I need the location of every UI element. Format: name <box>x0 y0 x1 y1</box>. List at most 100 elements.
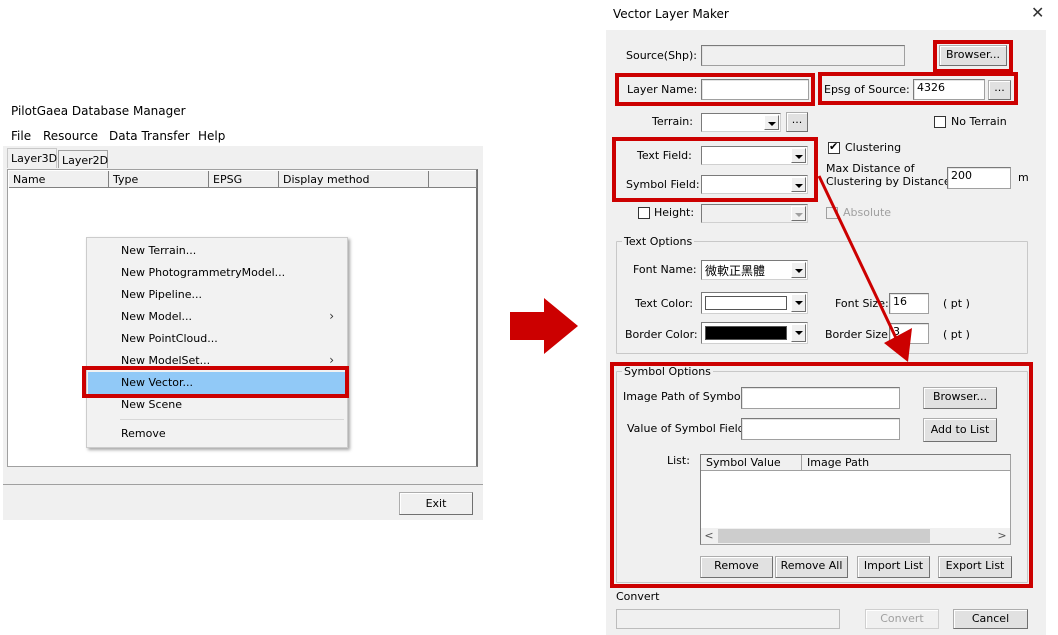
border-size-unit: ( pt ) <box>943 328 970 341</box>
text-color-swatch <box>705 296 787 310</box>
menu-item-new-modelset[interactable]: New ModelSet... › <box>88 350 346 372</box>
cancel-button[interactable]: Cancel <box>953 609 1028 629</box>
scroll-left-icon[interactable]: < <box>701 528 717 544</box>
checkmark-icon: ✔ <box>829 140 839 153</box>
menu-item-label: New Model... <box>121 310 193 323</box>
close-icon[interactable]: ✕ <box>1031 5 1044 21</box>
menu-item-new-photogrammetry-model[interactable]: New PhotogrammetryModel... <box>88 262 346 284</box>
menu-help[interactable]: Help <box>198 129 225 143</box>
font-size-unit: ( pt ) <box>943 297 970 310</box>
menu-item-label: Remove <box>121 427 166 440</box>
symbol-field-select[interactable] <box>701 175 808 194</box>
chevron-down-icon[interactable] <box>791 177 806 192</box>
symbol-options-title: Symbol Options <box>622 365 713 378</box>
epsg-more-button[interactable]: ... <box>988 80 1011 100</box>
chevron-down-icon[interactable] <box>764 115 779 130</box>
tab-layer2d[interactable]: Layer2D <box>58 150 108 168</box>
list-label: List: <box>667 454 690 467</box>
menu-item-new-model[interactable]: New Model... › <box>88 306 346 328</box>
no-terrain-label: No Terrain <box>951 115 1007 128</box>
menu-data-transfer[interactable]: Data Transfer <box>109 129 190 143</box>
export-list-button[interactable]: Export List <box>938 556 1012 578</box>
terrain-select[interactable] <box>701 113 781 132</box>
chevron-down-icon[interactable] <box>791 294 806 312</box>
no-terrain-checkbox[interactable] <box>934 116 946 128</box>
menu-item-new-scene[interactable]: New Scene <box>88 394 346 416</box>
symbol-list[interactable]: Symbol Value Image Path < > <box>700 454 1011 545</box>
column-symbol-value[interactable]: Symbol Value <box>701 455 802 471</box>
convert-button[interactable]: Convert <box>865 609 939 629</box>
font-size-input[interactable]: 16 <box>889 293 929 314</box>
scroll-right-icon[interactable]: > <box>994 528 1010 544</box>
absolute-checkbox[interactable] <box>826 207 838 219</box>
column-type[interactable]: Type <box>109 171 209 188</box>
border-color-label: Border Color: <box>625 328 698 341</box>
menu-item-new-vector[interactable]: New Vector... <box>88 372 346 394</box>
layer-name-input[interactable] <box>701 79 809 100</box>
column-image-path[interactable]: Image Path <box>802 455 1012 471</box>
source-browser-button[interactable]: Browser... <box>939 45 1007 66</box>
tab-layer3d[interactable]: Layer3D <box>7 148 57 168</box>
font-name-select[interactable]: 微軟正黑體 <box>701 260 808 280</box>
menu-item-new-terrain[interactable]: New Terrain... <box>88 240 346 262</box>
menu-item-label: New Pipeline... <box>121 288 203 301</box>
chevron-down-icon[interactable] <box>791 148 806 163</box>
menu-item-label: New Scene <box>121 398 183 411</box>
source-label: Source(Shp): <box>626 49 698 62</box>
menu-item-label: New PointCloud... <box>121 332 218 345</box>
import-list-button[interactable]: Import List <box>857 556 930 578</box>
column-epsg[interactable]: EPSG <box>209 171 279 188</box>
clustering-label: Clustering <box>845 141 902 154</box>
border-size-label: Border Size: <box>825 328 892 341</box>
height-label: Height: <box>654 206 695 219</box>
menu-file[interactable]: File <box>11 129 31 143</box>
symbol-field-label: Symbol Field: <box>626 178 700 191</box>
text-color-select[interactable] <box>701 292 808 314</box>
menu-item-label: New ModelSet... <box>121 354 211 367</box>
max-distance-input[interactable]: 200 <box>947 167 1011 189</box>
horizontal-scrollbar[interactable]: < > <box>701 528 1010 544</box>
height-checkbox[interactable] <box>638 207 650 219</box>
border-color-swatch <box>705 326 787 340</box>
chevron-down-icon[interactable] <box>791 324 806 342</box>
text-field-select[interactable] <box>701 146 808 165</box>
right-arrow-shape <box>510 298 578 354</box>
text-options-title: Text Options <box>622 235 695 248</box>
column-name[interactable]: Name <box>9 171 109 188</box>
column-display-method[interactable]: Display method <box>279 171 429 188</box>
symbol-value-input[interactable] <box>741 418 900 440</box>
context-menu: New Terrain... New PhotogrammetryModel..… <box>86 237 348 448</box>
dialog-title: Vector Layer Maker <box>613 7 729 21</box>
text-color-label: Text Color: <box>635 297 693 310</box>
border-size-input[interactable]: 3 <box>889 323 929 344</box>
menu-item-label: New Terrain... <box>121 244 197 257</box>
menu-item-label: New PhotogrammetryModel... <box>121 266 286 279</box>
remove-all-button[interactable]: Remove All <box>775 556 848 578</box>
column-extra[interactable] <box>429 171 477 188</box>
exit-button[interactable]: Exit <box>399 492 473 515</box>
scrollbar-thumb[interactable] <box>718 529 930 543</box>
font-name-label: Font Name: <box>633 263 697 276</box>
image-path-label: Image Path of Symbol: <box>623 390 748 403</box>
font-size-label: Font Size: <box>835 297 889 310</box>
clustering-checkbox[interactable]: ✔ <box>828 140 840 154</box>
chevron-down-icon[interactable] <box>791 206 806 221</box>
layer-name-label: Layer Name: <box>627 83 698 96</box>
source-input[interactable] <box>701 45 905 66</box>
menu-resource[interactable]: Resource <box>43 129 98 143</box>
add-to-list-button[interactable]: Add to List <box>923 418 997 442</box>
image-path-input[interactable] <box>741 387 900 409</box>
epsg-input[interactable]: 4326 <box>913 79 985 100</box>
menu-item-new-pipeline[interactable]: New Pipeline... <box>88 284 346 306</box>
remove-button[interactable]: Remove <box>700 556 773 578</box>
menu-item-remove[interactable]: Remove <box>88 423 346 445</box>
terrain-more-button[interactable]: ... <box>786 112 808 132</box>
symbol-browser-button[interactable]: Browser... <box>923 387 997 409</box>
menu-item-new-pointcloud[interactable]: New PointCloud... <box>88 328 346 350</box>
border-color-select[interactable] <box>701 322 808 344</box>
symbol-value-label: Value of Symbol Field: <box>627 422 749 435</box>
height-select[interactable] <box>701 204 808 223</box>
chevron-down-icon[interactable] <box>791 262 806 278</box>
symbol-list-header: Symbol Value Image Path <box>701 455 1010 471</box>
font-name-value: 微軟正黑體 <box>705 264 766 278</box>
